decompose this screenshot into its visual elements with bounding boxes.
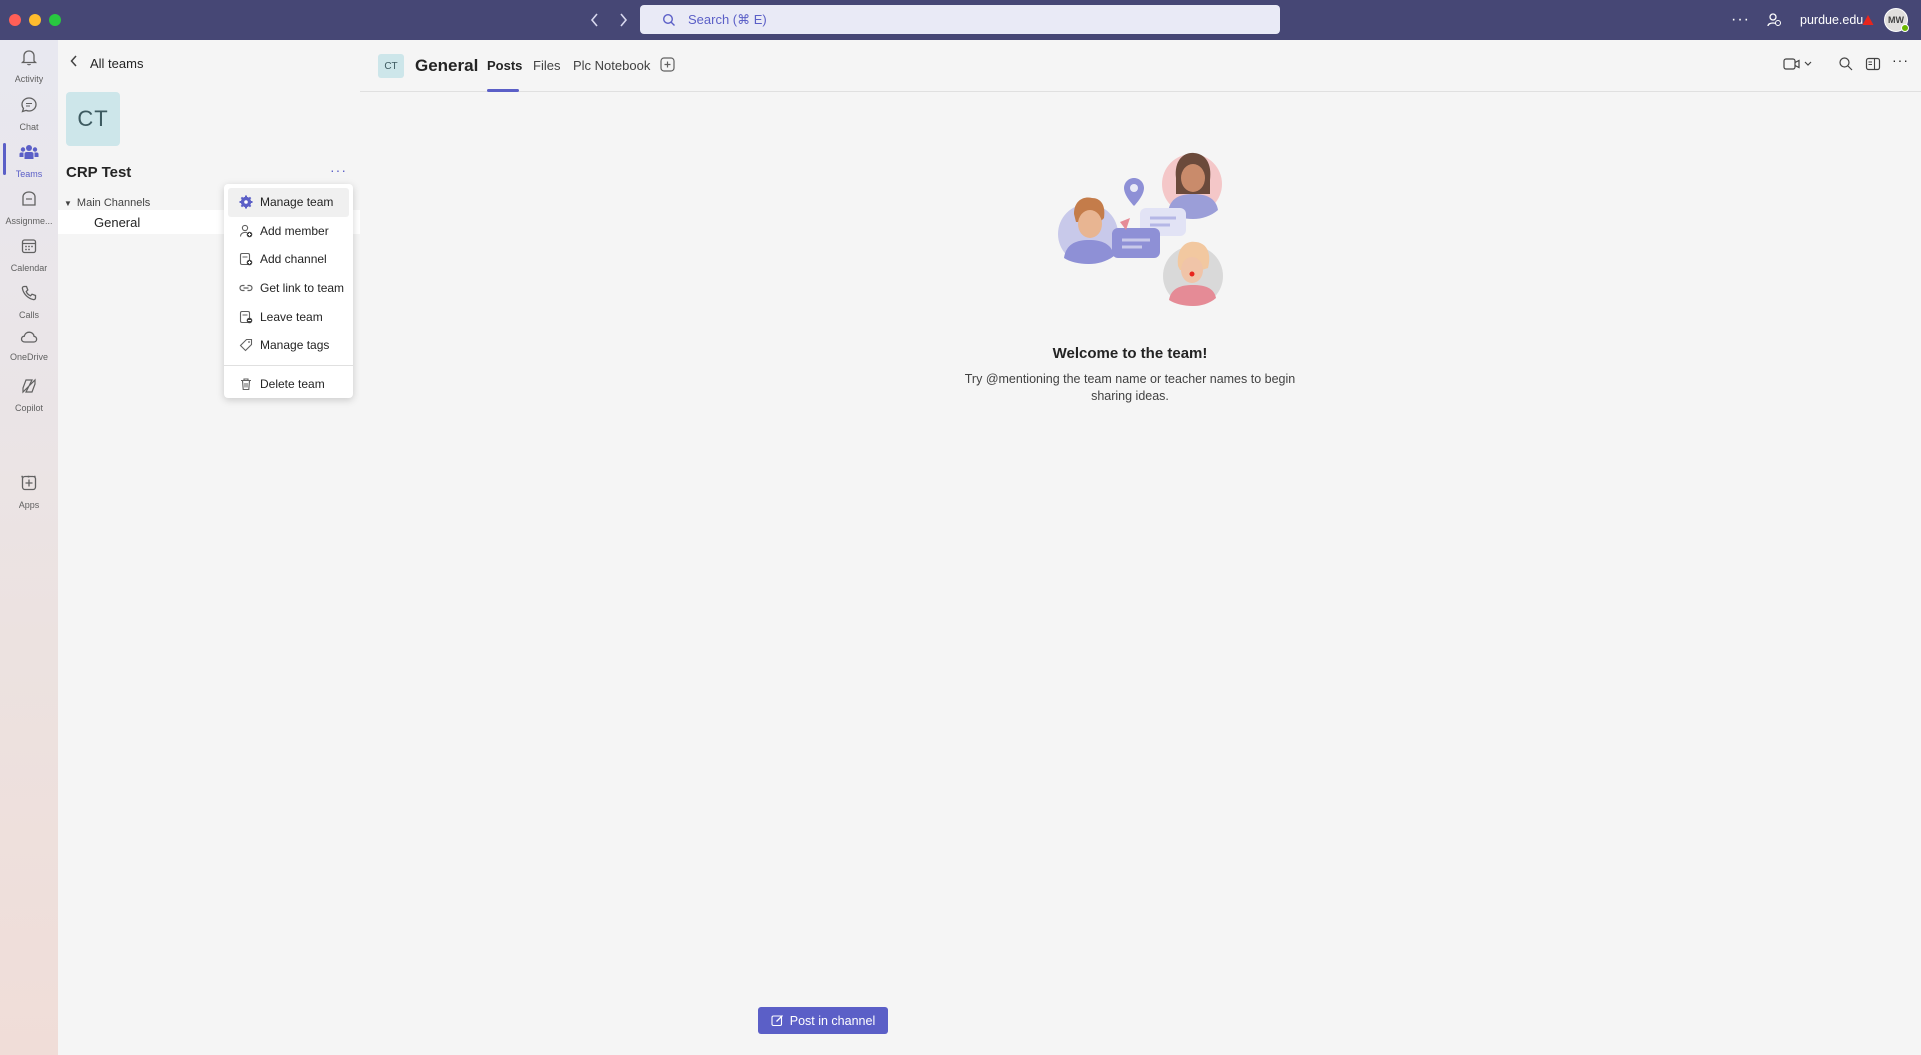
menu-item-label: Delete team (260, 376, 325, 391)
menu-item-label: Add channel (260, 252, 327, 267)
minimize-window-button[interactable] (29, 14, 41, 26)
rail-item-activity[interactable]: Activity (0, 42, 58, 88)
search-icon[interactable] (1838, 56, 1854, 77)
rail-item-assignments[interactable]: Assignme... (0, 184, 58, 230)
back-arrow-icon[interactable] (584, 9, 606, 31)
all-teams-button[interactable]: All teams (70, 54, 143, 72)
close-window-button[interactable] (9, 14, 21, 26)
menu-item-leave-team[interactable]: Leave team (228, 302, 349, 331)
section-label: Main Channels (76, 197, 151, 209)
title-bar: Search (⌘ E) ··· purdue.edu MW (0, 0, 1921, 40)
rail-label: Copilot (14, 403, 43, 413)
menu-item-label: Leave team (260, 309, 323, 324)
rail-label: Teams (15, 169, 43, 179)
post-in-channel-button[interactable]: Post in channel (758, 1007, 888, 1034)
assignments-icon (20, 190, 38, 213)
rail-label: Activity (14, 74, 44, 84)
all-teams-label: All teams (90, 55, 144, 71)
menu-item-add-channel[interactable]: Add channel (228, 245, 349, 274)
menu-item-manage-team[interactable]: Manage team (228, 188, 349, 217)
tab-files[interactable]: Files (533, 58, 560, 73)
channel-label: General (94, 214, 141, 230)
rail-label: Apps (18, 500, 40, 510)
channel-header: CT General Posts Files Plc Notebook ··· (360, 40, 1921, 92)
chevron-left-icon (70, 54, 78, 72)
menu-item-label: Get link to team (260, 281, 345, 296)
more-options-button[interactable]: ··· (1892, 52, 1909, 68)
calendar-icon (20, 237, 38, 260)
menu-item-delete-team[interactable]: Delete team (228, 370, 349, 399)
active-tab-indicator (487, 89, 519, 92)
video-meet-icon[interactable] (1783, 56, 1815, 77)
post-button-label: Post in channel (789, 1013, 876, 1028)
channel-title: General (415, 56, 479, 75)
menu-divider (224, 364, 353, 366)
warning-icon[interactable] (1862, 0, 1874, 40)
rail-label: Calls (18, 310, 39, 320)
rail-item-apps[interactable]: Apps (0, 468, 58, 514)
welcome-title: Welcome to the team! (1052, 345, 1208, 362)
trash-icon (238, 376, 254, 392)
rail-label: Chat (19, 122, 39, 132)
rail-item-onedrive[interactable]: OneDrive (0, 324, 58, 370)
menu-item-get-link[interactable]: Get link to team (228, 274, 349, 303)
teams-icon (19, 143, 39, 166)
caret-down-icon: ▼ (64, 198, 72, 208)
add-person-icon (238, 223, 254, 239)
compose-icon (771, 1014, 784, 1027)
chat-icon (20, 96, 38, 119)
settings-more-button[interactable]: ··· (1731, 0, 1750, 40)
rail-label: OneDrive (9, 352, 48, 362)
channel-info-panel-icon[interactable] (1865, 56, 1881, 77)
leave-icon (238, 309, 254, 325)
copilot-icon (20, 377, 38, 400)
rail-item-teams[interactable]: Teams (0, 137, 58, 183)
search-input[interactable]: Search (⌘ E) (640, 5, 1280, 34)
rail-label: Calendar (10, 263, 48, 273)
add-tab-icon[interactable] (660, 57, 675, 77)
welcome-illustration (1058, 152, 1223, 306)
rail-item-chat[interactable]: Chat (0, 90, 58, 136)
rail-item-calendar[interactable]: Calendar (0, 231, 58, 277)
menu-item-label: Manage tags (260, 338, 330, 353)
main-content: CT General Posts Files Plc Notebook ··· (360, 40, 1921, 1055)
menu-item-label: Add member (260, 223, 329, 238)
bell-icon (20, 48, 38, 71)
forward-arrow-icon[interactable] (612, 9, 634, 31)
rail-item-calls[interactable]: Calls (0, 278, 58, 324)
link-icon (238, 280, 254, 296)
channel-team-avatar: CT (378, 54, 404, 78)
search-placeholder: Search (⌘ E) (688, 11, 767, 27)
tab-plc-notebook[interactable]: Plc Notebook (573, 58, 650, 73)
welcome-subtitle: Try @mentioning the team name or teacher… (964, 372, 1296, 403)
rail-label: Assignme... (5, 216, 53, 226)
menu-item-manage-tags[interactable]: Manage tags (228, 331, 349, 360)
team-context-menu: Manage team Add member Add channel Get l… (224, 184, 353, 398)
cloud-icon (20, 330, 38, 349)
team-avatar: CT (66, 92, 120, 146)
team-name: CRP Test (66, 164, 132, 181)
apps-icon (20, 474, 38, 497)
presence-available-icon (1901, 24, 1909, 32)
search-icon (662, 13, 676, 27)
gear-icon (238, 194, 254, 210)
app-rail: Activity Chat Teams Assignme... Calendar… (0, 40, 58, 1055)
rail-item-copilot[interactable]: Copilot (0, 371, 58, 417)
zoom-window-button[interactable] (49, 14, 61, 26)
people-sync-icon[interactable] (1766, 0, 1782, 40)
phone-icon (20, 284, 38, 307)
menu-item-add-member[interactable]: Add member (228, 217, 349, 246)
menu-item-label: Manage team (260, 195, 334, 210)
team-more-options-button[interactable]: ··· (330, 162, 347, 178)
org-name[interactable]: purdue.edu (1800, 0, 1863, 40)
add-channel-icon (238, 251, 254, 267)
tag-icon (238, 337, 254, 353)
main-channels-section[interactable]: ▼ Main Channels (64, 197, 150, 209)
tab-posts[interactable]: Posts (487, 58, 522, 73)
